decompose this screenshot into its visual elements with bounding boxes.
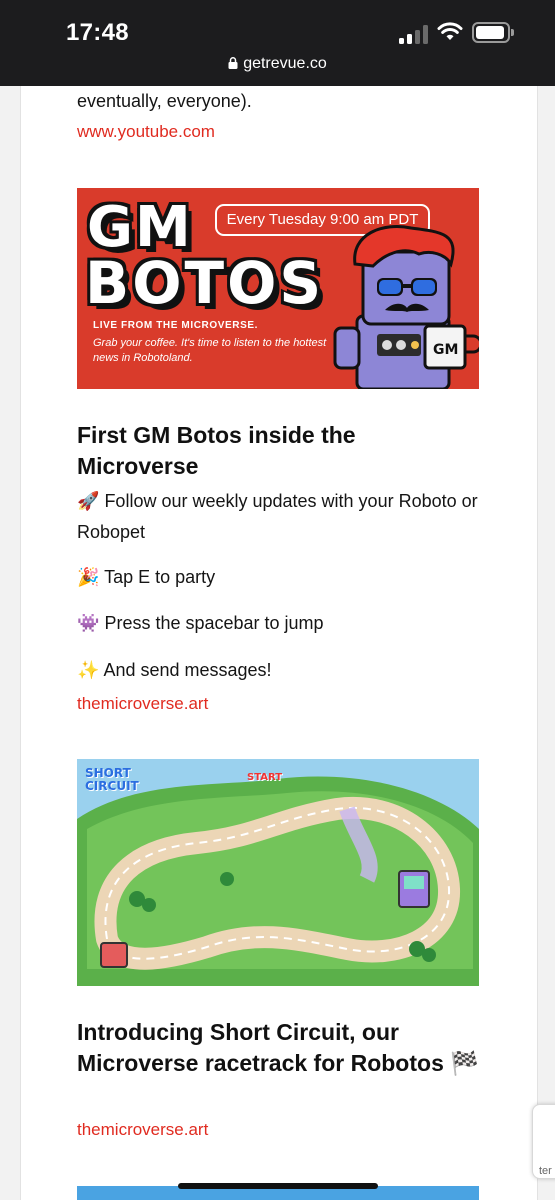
rocket-icon: 🚀 [77,491,100,511]
section2-title: Introducing Short Circuit, our Microvers… [77,1017,479,1079]
url-text: getrevue.co [243,55,327,72]
sparkles-icon: ✨ [77,660,100,680]
racetrack-illustration [77,776,479,986]
party-popper-icon: 🎉 [77,567,100,587]
checkered-flag-icon: 🏁 [450,1050,479,1076]
short-circuit-logo: SHORT CIRCUIT [85,767,139,793]
cellular-signal-icon [399,24,429,44]
bullet-1-text: Follow our weekly updates with your Robo… [77,491,478,542]
youtube-link[interactable]: www.youtube.com [77,122,479,142]
address-bar[interactable]: getrevue.co [0,55,555,73]
bullet-2-text: Tap E to party [104,567,216,587]
intro-text-tail: eventually, everyone). [77,91,252,111]
section2-link[interactable]: themicroverse.art [77,1120,479,1140]
live-text: LIVE FROM THE MICROVERSE. [93,320,259,331]
banner-title-botos: BOTOS [85,249,325,317]
lock-icon [228,57,238,69]
banner-title-gm: GM [87,195,193,260]
banner-tagline: Grab your coffee. It's time to listen to… [93,337,327,364]
home-indicator[interactable] [178,1183,378,1189]
section1-title: First GM Botos inside the Microverse [77,422,356,479]
wifi-icon [437,22,463,40]
bullet-3-text: Press the spacebar to jump [104,613,324,633]
bullet-3: 👾 Press the spacebar to jump [77,608,479,639]
mug-text: GM [433,342,458,358]
section1-link[interactable]: themicroverse.art [77,694,479,714]
short-circuit-track-image[interactable]: SHORT CIRCUIT START [77,759,479,986]
bullet-4: ✨ And send messages! [77,655,479,686]
bullet-4-text: And send messages! [103,660,272,680]
alien-monster-icon: 👾 [77,613,100,633]
newsletter-content[interactable]: eventually, everyone). www.youtube.com G… [20,86,538,1200]
roboto-mascot-illustration: GM [333,225,479,389]
bullet-1: 🚀 Follow our weekly updates with your Ro… [77,486,479,548]
recaptcha-badge[interactable]: ter [532,1104,555,1179]
status-bar: 17:48 getrevue.co [0,0,555,86]
clock: 17:48 [66,19,129,46]
start-label: START [247,772,283,783]
bullet-2: 🎉 Tap E to party [77,562,479,593]
logo-line-2: CIRCUIT [85,779,139,793]
section2-title-text: Introducing Short Circuit, our Microvers… [77,1019,444,1076]
gm-botos-banner[interactable]: GM BOTOS Every Tuesday 9:00 am PDT LIVE … [77,188,479,389]
battery-icon [472,22,514,43]
